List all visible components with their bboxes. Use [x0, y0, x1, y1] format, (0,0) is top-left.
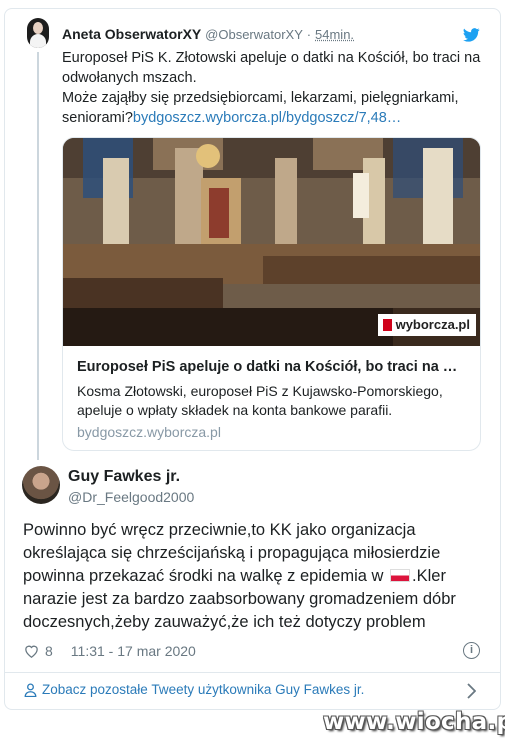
- tweet-timestamp[interactable]: 11:31 - 17 mar 2020: [71, 643, 196, 659]
- link-card-domain: bydgoszcz.wyborcza.pl: [77, 424, 221, 440]
- person-icon: [24, 682, 37, 697]
- wyborcza-badge: wyborcza.pl: [377, 314, 476, 336]
- heart-icon[interactable]: [24, 644, 39, 658]
- avatar-body: [30, 34, 46, 48]
- poland-flag-emoji: [390, 569, 411, 582]
- parent-author-handle[interactable]: @ObserwatorXY: [205, 27, 303, 42]
- church-interior-photo: wyborcza.pl: [63, 138, 480, 346]
- main-text-part1: Powinno być wręcz przeciwnie,to KK jako …: [23, 521, 441, 585]
- chevron-right-icon[interactable]: [466, 683, 476, 699]
- parent-author-avatar[interactable]: [27, 18, 49, 48]
- thread-connector-line: [37, 52, 39, 460]
- parent-text-line1: Europoseł PiS K. Złotowski apeluje o dat…: [62, 50, 481, 86]
- parent-tweet-text: Europoseł PiS K. Złotowski apeluje o dat…: [62, 48, 482, 128]
- more-tweets-link[interactable]: Zobacz pozostałe Tweety użytkownika Guy …: [24, 682, 364, 697]
- like-count[interactable]: 8: [45, 643, 53, 659]
- avatar-face: [33, 22, 43, 34]
- link-preview-card[interactable]: wyborcza.pl Europoseł PiS apeluje o datk…: [62, 137, 481, 451]
- wiocha-watermark: www.wiocha.pl: [323, 709, 505, 735]
- tweet-meta-row: 8 11:31 - 17 mar 2020: [24, 643, 196, 659]
- parent-text-line2: Może zająłby się przedsiębiorcami, lekar…: [62, 88, 482, 128]
- main-tweet-text: Powinno być wręcz przeciwnie,to KK jako …: [23, 519, 488, 634]
- link-card-title: Europoseł PiS apeluje o datki na Kościół…: [77, 359, 458, 375]
- header-separator: ·: [306, 27, 312, 42]
- more-tweets-label[interactable]: Zobacz pozostałe Tweety użytkownika Guy …: [42, 682, 364, 697]
- main-author-name[interactable]: Guy Fawkes jr.: [68, 468, 180, 486]
- main-author-avatar[interactable]: [22, 466, 60, 504]
- info-icon[interactable]: i: [463, 642, 480, 659]
- footer-divider: [5, 672, 500, 673]
- parent-tweet-time[interactable]: 54min.: [315, 27, 354, 42]
- parent-author-name[interactable]: Aneta ObserwatorXY: [62, 26, 201, 42]
- parent-tweet-link[interactable]: bydgoszcz.wyborcza.pl/bydgoszcz/7,48…: [133, 110, 401, 126]
- twitter-bird-icon[interactable]: [463, 28, 480, 42]
- link-card-description: Kosma Złotowski, europoseł PiS z Kujawsk…: [77, 383, 443, 418]
- main-author-handle[interactable]: @Dr_Feelgood2000: [68, 489, 194, 505]
- parent-tweet-header: Aneta ObserwatorXY @ObserwatorXY · 54min…: [62, 26, 354, 42]
